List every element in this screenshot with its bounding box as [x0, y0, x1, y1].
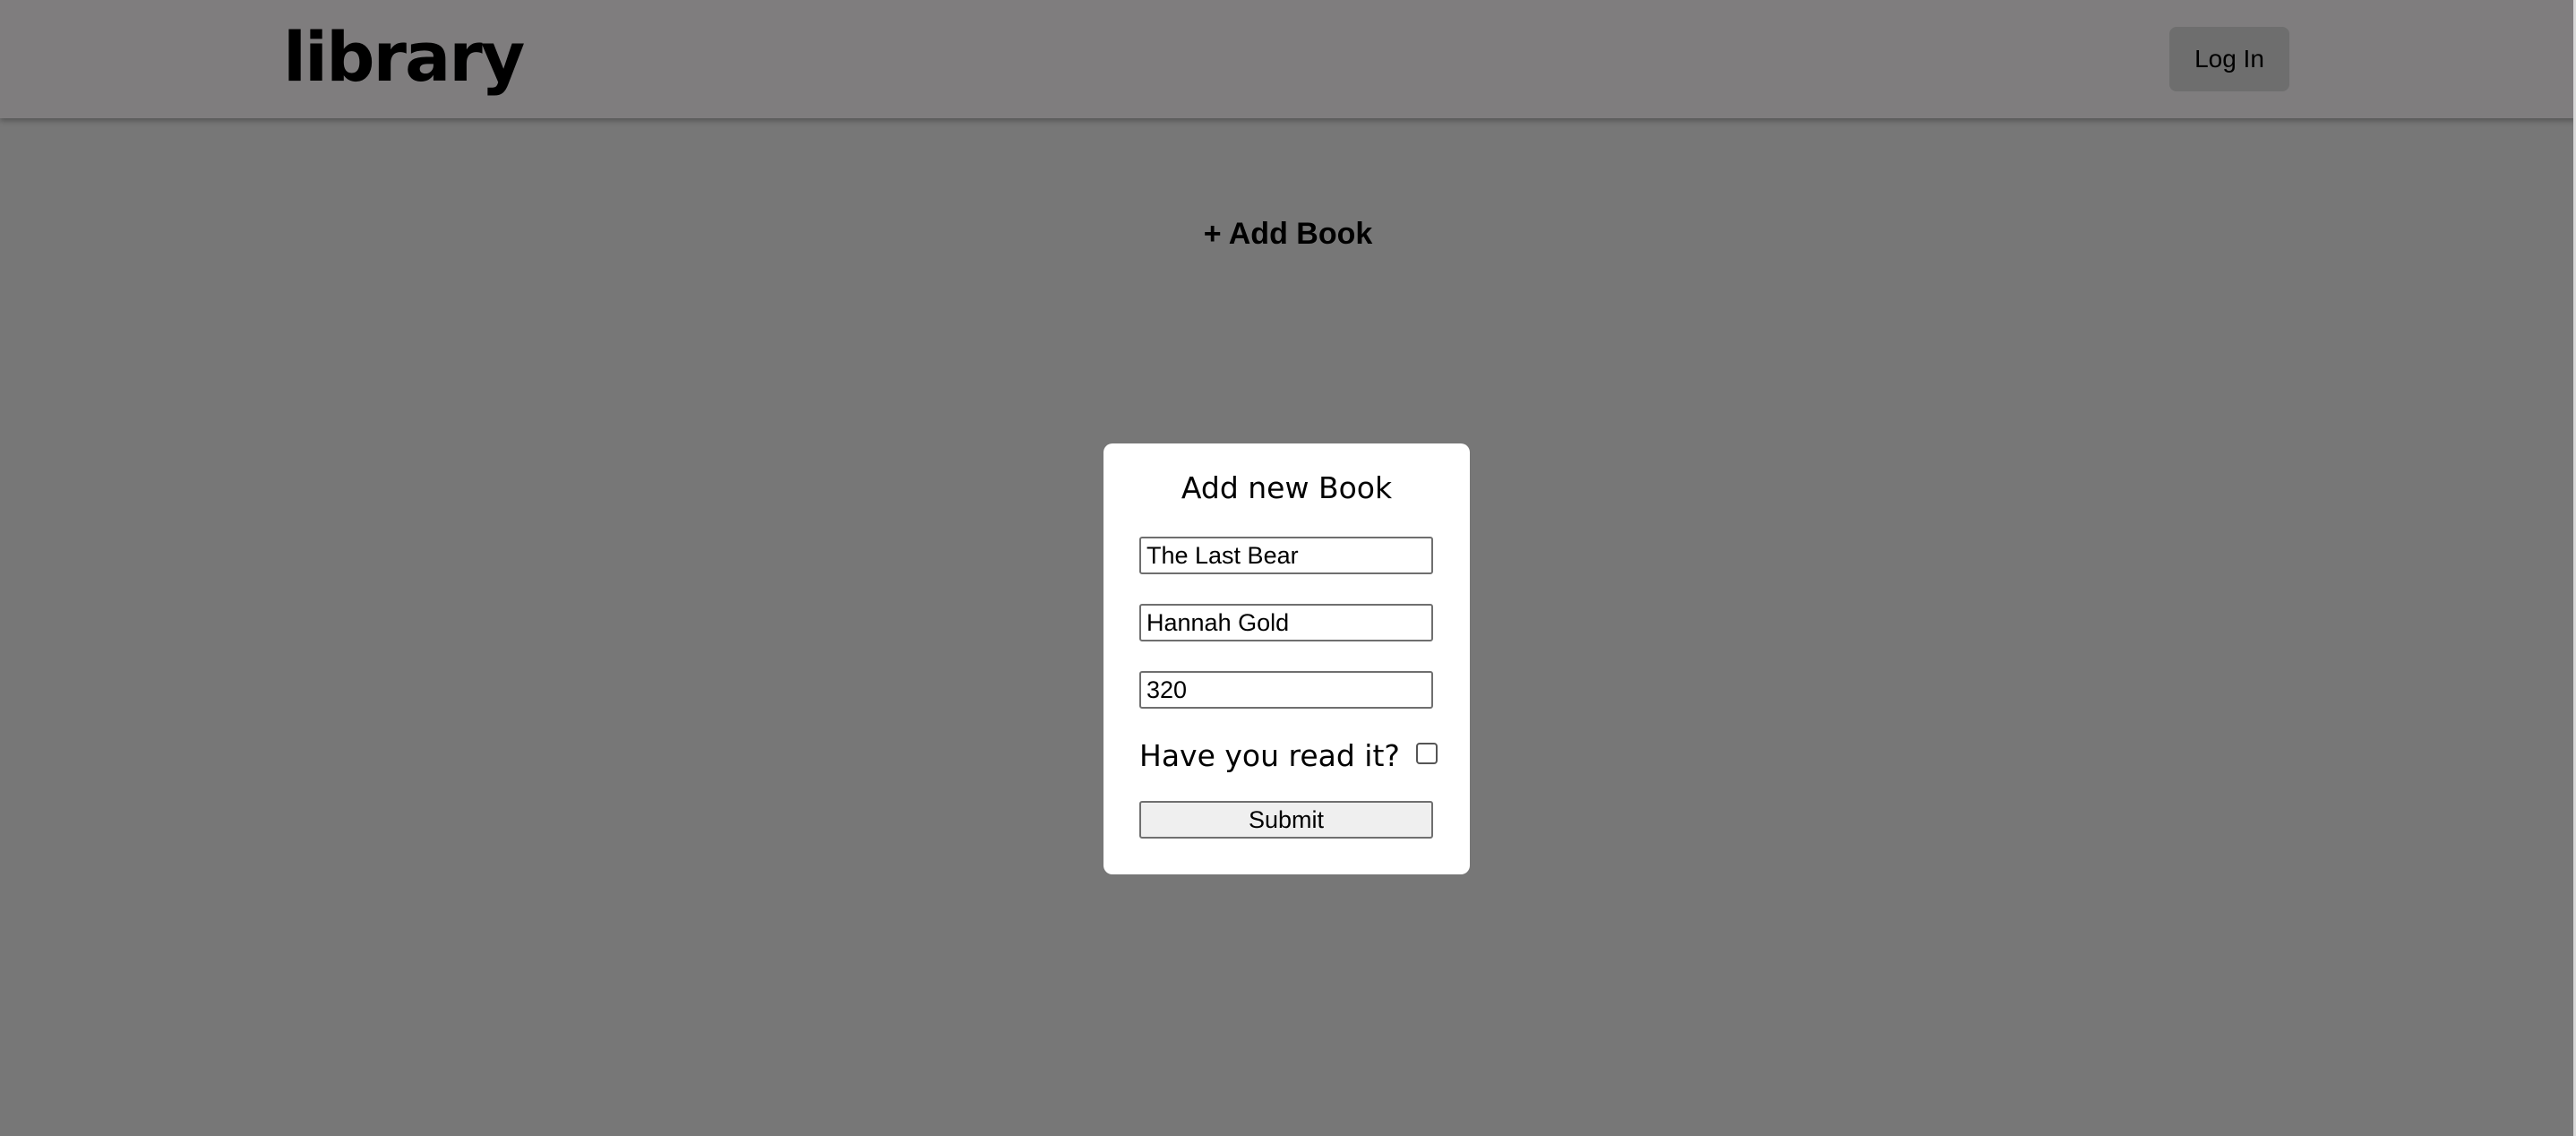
read-status-row: Have you read it? [1139, 736, 1438, 775]
read-status-checkbox[interactable] [1415, 743, 1438, 764]
book-title-input[interactable] [1139, 537, 1433, 574]
login-button[interactable]: Log In [2169, 27, 2289, 91]
book-author-input[interactable] [1139, 604, 1433, 641]
modal-title: Add new Book [1181, 470, 1393, 505]
add-book-modal: Add new Book Have you read it? Submit [1103, 443, 1470, 874]
book-pages-input[interactable] [1139, 671, 1433, 709]
add-book-button[interactable]: + Add Book [1198, 217, 1378, 252]
submit-button[interactable]: Submit [1139, 801, 1433, 839]
read-status-label: Have you read it? [1139, 737, 1400, 773]
app-logo: library [283, 17, 525, 97]
top-header: library Log In [0, 0, 2576, 118]
